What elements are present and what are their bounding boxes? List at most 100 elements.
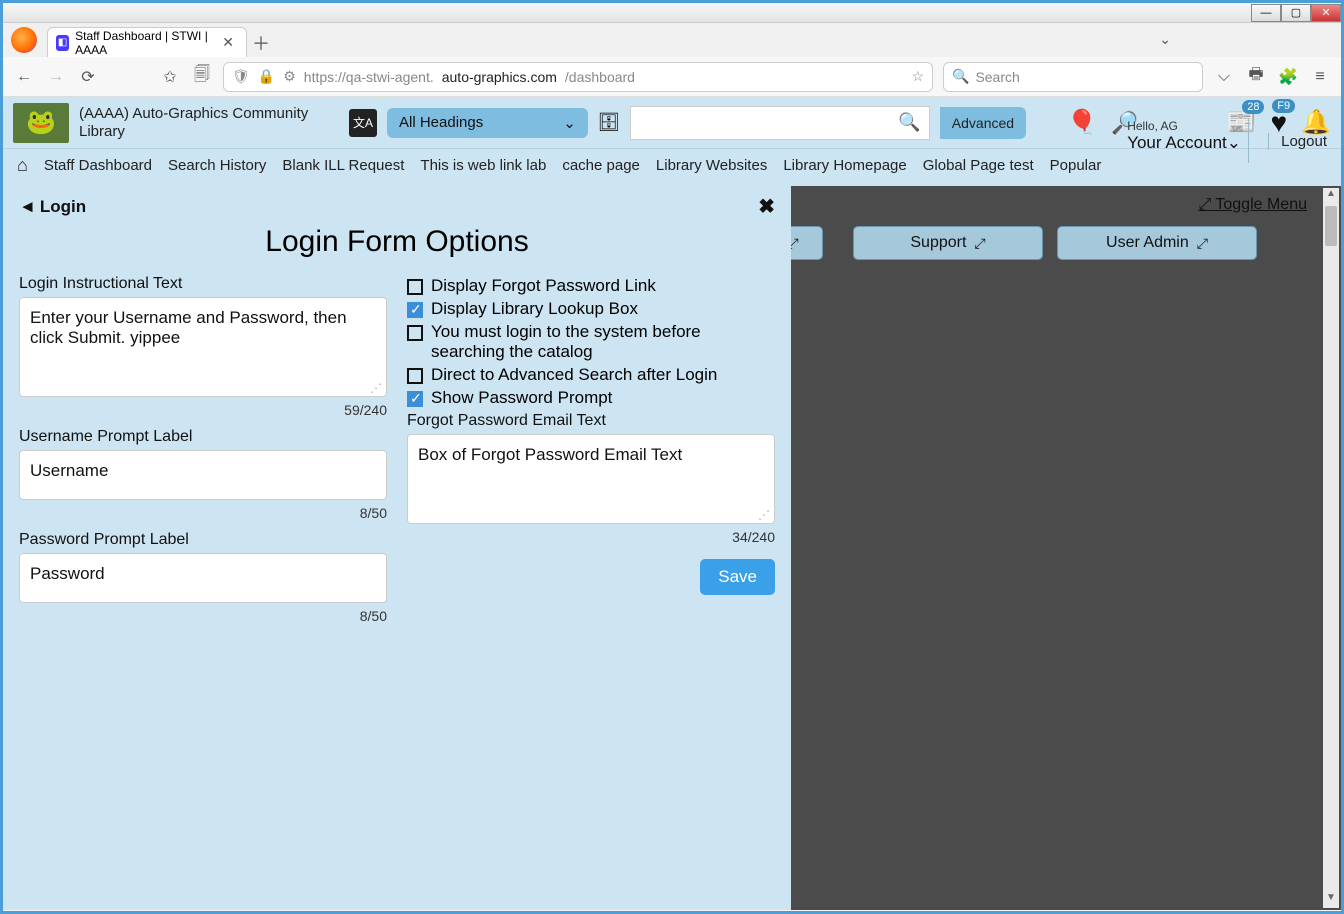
checkbox-icon[interactable]	[407, 391, 423, 407]
nav-link[interactable]: Popular	[1050, 157, 1102, 174]
browser-tab-active[interactable]: ◧ Staff Dashboard | STWI | AAAA ✕	[47, 27, 247, 57]
search-icon[interactable]: 🔍	[898, 112, 920, 133]
print-icon[interactable]: 🖶	[1245, 63, 1267, 90]
username-counter: 8/50	[19, 505, 387, 521]
expand-icon: ⤢	[974, 235, 985, 252]
scroll-thumb[interactable]	[1325, 206, 1337, 246]
balloon-icon[interactable]: 🎈	[1067, 108, 1097, 137]
window-close-button[interactable]: ✕	[1311, 4, 1341, 22]
separator	[1248, 119, 1249, 163]
nav-link[interactable]: cache page	[562, 157, 640, 174]
hello-text: Hello, AG	[1127, 119, 1241, 133]
headings-label: All Headings	[399, 114, 483, 131]
username-label-label: Username Prompt Label	[19, 428, 387, 446]
logout-link[interactable]: Logout	[1268, 133, 1327, 150]
browser-toolbar: ← → ⟳ ✩ 🗐 🛡 🔒 ⚙ https://qa-stwi-agent.au…	[3, 57, 1341, 97]
site-title: (AAAA) Auto-Graphics Community Library	[79, 105, 339, 141]
search-icon: 🔍	[952, 68, 969, 85]
toggle-menu-link[interactable]: Toggle Menu	[1198, 196, 1307, 214]
url-bar[interactable]: 🛡 🔒 ⚙ https://qa-stwi-agent.auto-graphic…	[223, 62, 933, 92]
site-nav: ⌂ Staff Dashboard Search History Blank I…	[3, 149, 1341, 186]
database-icon[interactable]: 🗄	[598, 112, 620, 133]
url-prefix: https://qa-stwi-agent.	[304, 69, 434, 85]
login-options-panel: ◄ Login ✖ Login Form Options Login Instr…	[3, 186, 791, 910]
window-minimize-button[interactable]: —	[1251, 4, 1281, 22]
app-menu-icon[interactable]: ≡	[1309, 68, 1331, 86]
left-column: Login Instructional Text ⋰ 59/240 Userna…	[19, 273, 387, 634]
chevron-down-icon: ⌄	[563, 114, 576, 132]
forward-button: →	[45, 66, 67, 88]
checkbox-icon[interactable]	[407, 368, 423, 384]
checkbox-must-login[interactable]: You must login to the system before sear…	[407, 322, 775, 362]
bookmark-page-icon[interactable]: ☆	[911, 68, 924, 85]
window-titlebar: — ▢ ✕	[3, 3, 1341, 23]
account-block[interactable]: Hello, AG Your Account⌄	[1127, 119, 1241, 153]
extensions-icon[interactable]: 🧩	[1277, 67, 1299, 87]
checkbox-icon[interactable]	[407, 279, 423, 295]
password-label-label: Password Prompt Label	[19, 531, 387, 549]
checkbox-direct-advanced[interactable]: Direct to Advanced Search after Login	[407, 365, 775, 385]
new-tab-button[interactable]: ＋	[247, 29, 275, 57]
tab-close-icon[interactable]: ✕	[218, 34, 238, 51]
username-label-input[interactable]	[19, 450, 387, 500]
checkbox-icon[interactable]	[407, 325, 423, 341]
nav-link[interactable]: Global Page test	[923, 157, 1034, 174]
panel-close-button[interactable]: ✖	[758, 194, 775, 219]
checkbox-icon[interactable]	[407, 302, 423, 318]
checkbox-library-lookup[interactable]: Display Library Lookup Box	[407, 299, 775, 319]
reload-button[interactable]: ⟳	[77, 66, 99, 88]
vertical-scrollbar[interactable]: ▲ ▼	[1323, 188, 1339, 908]
user-admin-panel-button[interactable]: User Admin ⤢	[1057, 226, 1257, 260]
forgot-email-label: Forgot Password Email Text	[407, 412, 775, 430]
nav-link[interactable]: Search History	[168, 157, 266, 174]
panel-back-label: Login	[40, 197, 86, 217]
tab-title: Staff Dashboard | STWI | AAAA	[75, 29, 212, 57]
site-search-input[interactable]: 🔍	[630, 106, 930, 140]
panel-back-button[interactable]: ◄ Login	[19, 197, 86, 217]
forgot-email-input[interactable]	[407, 434, 775, 524]
instructional-text-counter: 59/240	[19, 402, 387, 418]
window-maximize-button[interactable]: ▢	[1281, 4, 1311, 22]
instructional-text-label: Login Instructional Text	[19, 275, 387, 293]
back-arrow-icon: ◄	[19, 197, 36, 217]
advanced-search-button[interactable]: Advanced	[940, 107, 1026, 139]
nav-link[interactable]: Blank ILL Request	[282, 157, 404, 174]
favorites-badge: F9	[1272, 99, 1295, 113]
firefox-icon	[11, 27, 37, 53]
checkbox-show-password[interactable]: Show Password Prompt	[407, 388, 775, 408]
nav-link[interactable]: This is web link lab	[420, 157, 546, 174]
translate-icon[interactable]: 文A	[349, 109, 377, 137]
pocket-icon[interactable]: ⌵	[1213, 68, 1235, 86]
shield-icon: 🛡	[232, 68, 250, 85]
nav-link[interactable]: Staff Dashboard	[44, 157, 152, 174]
instructional-text-input[interactable]	[19, 297, 387, 397]
lock-icon: 🔒	[258, 68, 275, 85]
content-area: Toggle Menu ⤢ Support⤢ User Admin ⤢ ▲ ▼ ◄…	[3, 186, 1341, 910]
chevron-down-icon: ⌄	[1227, 133, 1241, 152]
clipboard-icon[interactable]: 🗐	[191, 66, 213, 88]
checkbox-label: You must login to the system before sear…	[431, 322, 775, 362]
forgot-email-counter: 34/240	[407, 529, 775, 545]
checkbox-forgot-link[interactable]: Display Forgot Password Link	[407, 276, 775, 296]
support-panel-button[interactable]: Support⤢	[853, 226, 1043, 260]
password-counter: 8/50	[19, 608, 387, 624]
nav-link[interactable]: Library Homepage	[783, 157, 906, 174]
useradmin-label: User Admin	[1106, 234, 1189, 252]
bookmark-star-icon[interactable]: ✩	[159, 66, 181, 88]
tab-favicon: ◧	[56, 35, 69, 51]
checkbox-label: Direct to Advanced Search after Login	[431, 365, 717, 385]
headings-dropdown[interactable]: All Headings ⌄	[387, 108, 588, 138]
scroll-down-icon[interactable]: ▼	[1323, 892, 1339, 908]
expand-icon: ⤢	[1197, 235, 1208, 252]
scroll-up-icon[interactable]: ▲	[1323, 188, 1339, 204]
save-button[interactable]: Save	[700, 559, 775, 595]
password-label-input[interactable]	[19, 553, 387, 603]
site-logo[interactable]: 🐸	[13, 103, 69, 143]
tabs-list-chevron-icon[interactable]: ⌄	[1159, 31, 1171, 48]
browser-search-box[interactable]: 🔍 Search	[943, 62, 1203, 92]
home-icon[interactable]: ⌂	[17, 155, 28, 176]
back-button[interactable]: ←	[13, 66, 35, 88]
nav-link[interactable]: Library Websites	[656, 157, 767, 174]
browser-tab-strip: ◧ Staff Dashboard | STWI | AAAA ✕ ＋ ⌄	[3, 23, 1341, 57]
account-label: Your Account	[1127, 133, 1227, 152]
